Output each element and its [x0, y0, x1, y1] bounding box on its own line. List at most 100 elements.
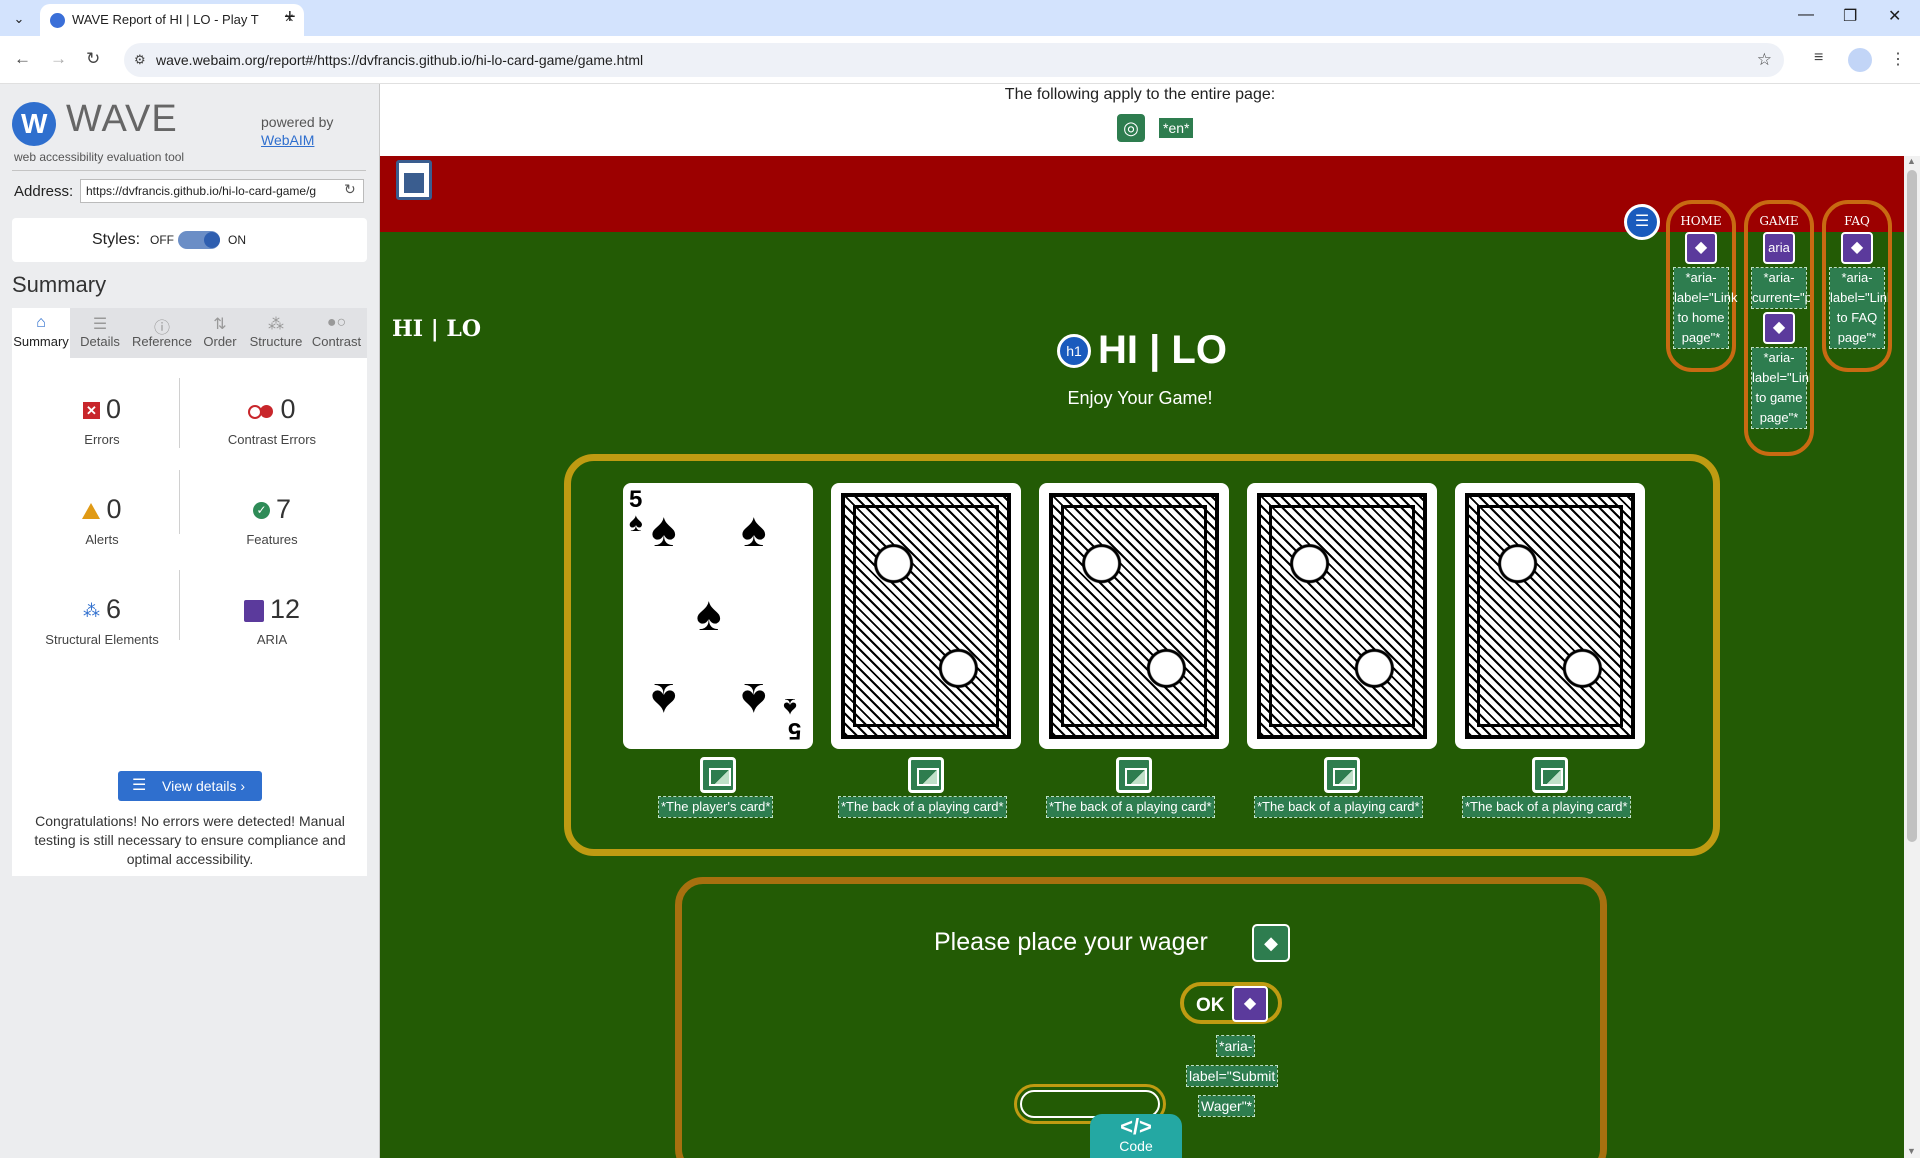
tab-reference[interactable]: ⓘ Reference	[130, 308, 194, 358]
site-info-icon[interactable]: ⚙	[134, 52, 146, 68]
spade-icon: ♠	[741, 504, 767, 557]
aria-label-tag-icon[interactable]: ◆	[1841, 232, 1873, 264]
card-back	[1455, 483, 1645, 749]
nav-link-faq[interactable]: FAQ ◆ *aria-label="Link to FAQ page"*	[1822, 200, 1892, 372]
contrast-icon: ●○	[326, 314, 347, 331]
media-controls-icon[interactable]: ≡	[1814, 49, 1823, 67]
restore-icon[interactable]: ❐	[1843, 6, 1857, 26]
view-details-button[interactable]: ☰ View details ›	[118, 771, 262, 801]
summary-panel: ✕ 0 Errors 0 Contrast Errors 0 Alerts ✓ 7 …	[12, 358, 367, 876]
tab-search-chevron-icon[interactable]: ⌄	[8, 8, 30, 30]
alt-text-label: *The back of a playing card*	[1046, 796, 1215, 818]
page-title: HI | LO	[1098, 328, 1227, 372]
aria-current-tag-icon[interactable]: aria	[1763, 232, 1795, 264]
window-close-icon[interactable]: ✕	[1888, 6, 1901, 26]
image-alt-icon[interactable]	[908, 757, 944, 793]
site-brand[interactable]: HI | LO	[392, 316, 481, 342]
browser-tab[interactable]: WAVE Report of HI | LO - Play T ×	[40, 4, 304, 36]
aria-icon	[243, 599, 264, 622]
bookmark-star-icon[interactable]: ☆	[1757, 50, 1772, 70]
alt-text-label: *The back of a playing card*	[1254, 796, 1423, 818]
address-bar[interactable]: ⚙ wave.webaim.org/report#/https://dvfran…	[124, 43, 1784, 77]
card-back	[1247, 483, 1437, 749]
minimize-icon[interactable]: —	[1798, 6, 1814, 24]
card-back-pattern	[1465, 493, 1635, 739]
aria-label: ARIA	[256, 632, 288, 647]
wave-favicon-icon	[50, 13, 65, 28]
stat-features[interactable]: ✓ 7 Features	[192, 494, 352, 547]
wave-address-input[interactable]: https://dvfrancis.github.io/hi-lo-card-g…	[80, 179, 364, 203]
spade-icon: ♠	[696, 588, 722, 641]
wave-logo-icon: W	[12, 102, 56, 146]
profile-avatar-icon[interactable]	[1848, 48, 1872, 72]
stat-contrast-errors[interactable]: 0 Contrast Errors	[192, 394, 352, 447]
stat-aria[interactable]: 12 ARIA	[192, 594, 352, 647]
player-card: 5 ♠ ♠ ♠ ♠ ♠ ♠ ♠ 5	[623, 483, 813, 749]
label-tag-icon[interactable]: ◆	[1252, 924, 1290, 962]
card-back	[831, 483, 1021, 749]
image-alt-icon[interactable]	[1116, 757, 1152, 793]
wave-refresh-icon[interactable]: ↻	[344, 181, 356, 198]
code-icon: </>	[1120, 1114, 1152, 1139]
stat-structural[interactable]: ⁂ 6 Structural Elements	[22, 594, 182, 647]
webaim-link[interactable]: WebAIM	[261, 132, 314, 148]
aria-label-tag-icon[interactable]: ◆	[1685, 232, 1717, 264]
order-icon: ⇅	[213, 316, 227, 333]
ok-button[interactable]: OK ◆	[1180, 982, 1282, 1024]
contrast-errors-label: Contrast Errors	[227, 432, 317, 447]
reload-icon[interactable]: ↻	[86, 49, 100, 69]
stat-alerts[interactable]: 0 Alerts	[22, 494, 182, 547]
page-scrollbar[interactable]: ▲ ▼	[1904, 156, 1920, 1158]
card-back-pattern	[1049, 493, 1219, 739]
toggle-knob	[204, 232, 220, 248]
structure-icon: ⁂	[268, 316, 284, 333]
alt-text-label: *The player's card*	[657, 796, 774, 818]
aria-label-tag-icon[interactable]: ◆	[1232, 986, 1268, 1022]
list-icon: ☰	[92, 316, 108, 333]
congrats-message: Congratulations! No errors were detected…	[34, 813, 346, 867]
nav-link-home[interactable]: HOME ◆ *aria-label="Link to home page"*	[1666, 200, 1738, 372]
tab-summary[interactable]: ⌂ Summary	[12, 308, 70, 358]
wave-tagline: web accessibility evaluation tool	[14, 150, 185, 164]
contrast-errors-count: 0	[280, 394, 296, 424]
back-arrow-icon[interactable]: ←	[14, 49, 31, 69]
wave-tabs: ⌂ Summary ☰ Details ⓘ Reference ⇅ Order ⁂ Str…	[12, 308, 367, 358]
h1-heading-icon[interactable]: h1	[1057, 334, 1091, 368]
language-globe-icon[interactable]: ◎	[1117, 114, 1145, 142]
scroll-thumb[interactable]	[1907, 170, 1917, 842]
forward-arrow-icon[interactable]: →	[50, 49, 67, 69]
list-icon: ☰	[132, 777, 147, 794]
divider	[12, 170, 366, 171]
aria-label-tag-icon[interactable]: ◆	[1763, 312, 1795, 344]
new-tab-button[interactable]: +	[284, 6, 296, 29]
errors-count: 0	[105, 394, 122, 424]
tab-structure[interactable]: ⁂ Structure	[246, 308, 306, 358]
wave-brand: WAVE	[66, 98, 178, 140]
menu-kebab-icon[interactable]: ⋮	[1890, 49, 1906, 69]
navigation-landmark-icon[interactable]: ☰	[1624, 204, 1660, 240]
scroll-down-icon[interactable]: ▼	[1907, 1146, 1916, 1156]
header-landmark-icon[interactable]	[396, 160, 432, 200]
image-alt-icon[interactable]	[1532, 757, 1568, 793]
structure-icon: ⁂	[82, 600, 100, 620]
tab-contrast[interactable]: ●○ Contrast	[306, 308, 367, 358]
nav-link-game[interactable]: GAME aria *aria-current="pa ◆ *aria-labe…	[1744, 200, 1814, 456]
errors-label: Errors	[84, 432, 120, 447]
scroll-up-icon[interactable]: ▲	[1907, 156, 1916, 166]
page-wide-notice: The following apply to the entire page:	[1004, 86, 1276, 103]
page-subtitle: Enjoy Your Game!	[1067, 388, 1213, 408]
nav-faq-label: FAQ	[1844, 214, 1870, 228]
image-alt-icon[interactable]	[700, 757, 736, 793]
styles-label: Styles:	[92, 231, 141, 248]
code-button[interactable]: </> Code	[1090, 1114, 1182, 1158]
alt-text-label: *The back of a playing card*	[1462, 796, 1631, 818]
address-url[interactable]: wave.webaim.org/report#/https://dvfranci…	[156, 52, 643, 68]
image-alt-icon[interactable]	[1324, 757, 1360, 793]
card-back-pattern	[1257, 493, 1427, 739]
tab-order[interactable]: ⇅ Order	[194, 308, 246, 358]
tab-details[interactable]: ☰ Details	[70, 308, 130, 358]
address-label: Address:	[14, 183, 74, 200]
stat-errors[interactable]: ✕ 0 Errors	[22, 394, 182, 447]
contrast-error-icon	[248, 404, 274, 419]
styles-toggle[interactable]	[178, 231, 220, 249]
